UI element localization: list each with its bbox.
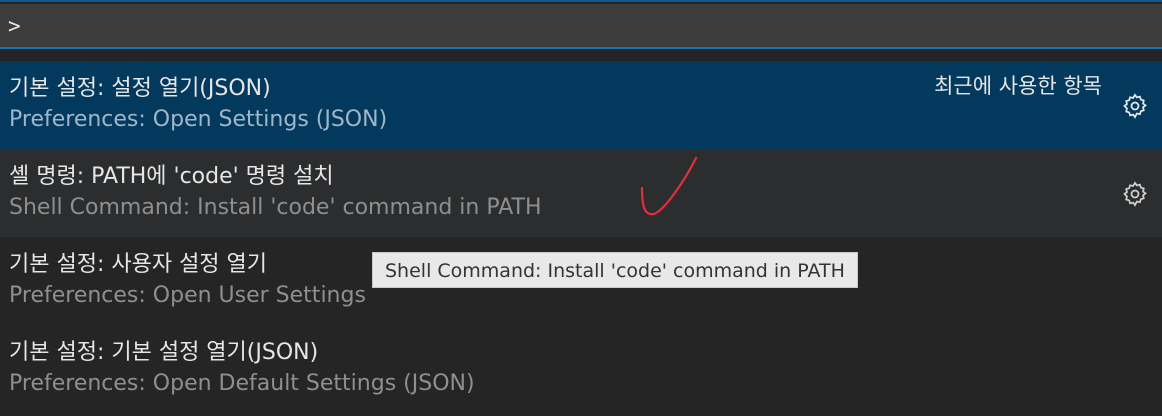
command-item-detail: Shell Command: Install 'code' command in… (9, 195, 542, 220)
gear-icon[interactable] (1120, 91, 1150, 121)
top-accent-line (0, 0, 1162, 2)
command-item-label: 셸 명령: PATH에 'code' 명령 설치 (9, 164, 334, 189)
command-item-install-code-in-path[interactable]: 셸 명령: PATH에 'code' 명령 설치 Shell Command: … (0, 149, 1162, 237)
command-item-detail: Preferences: Open Default Settings (JSON… (9, 371, 475, 396)
command-item-open-settings-json[interactable]: 기본 설정: 설정 열기(JSON) Preferences: Open Set… (0, 61, 1162, 149)
command-item-detail: Preferences: Open Settings (JSON) (9, 107, 388, 132)
command-input-wrapper (0, 4, 1162, 49)
command-item-label: 기본 설정: 사용자 설정 열기 (9, 252, 268, 277)
gear-icon[interactable] (1120, 179, 1150, 209)
command-palette: 기본 설정: 설정 열기(JSON) Preferences: Open Set… (0, 0, 1162, 416)
command-item-label: 기본 설정: 설정 열기(JSON) (9, 76, 271, 101)
command-item-open-default-settings-json[interactable]: 기본 설정: 기본 설정 열기(JSON) Preferences: Open … (0, 325, 1162, 413)
command-item-detail: Preferences: Open User Settings (9, 283, 366, 308)
command-item-label: 기본 설정: 기본 설정 열기(JSON) (9, 340, 319, 365)
tooltip: Shell Command: Install 'code' command in… (372, 252, 858, 288)
command-list: 기본 설정: 설정 열기(JSON) Preferences: Open Set… (0, 61, 1162, 413)
command-input[interactable] (0, 4, 1162, 47)
recently-used-badge: 최근에 사용한 항목 (934, 74, 1102, 98)
